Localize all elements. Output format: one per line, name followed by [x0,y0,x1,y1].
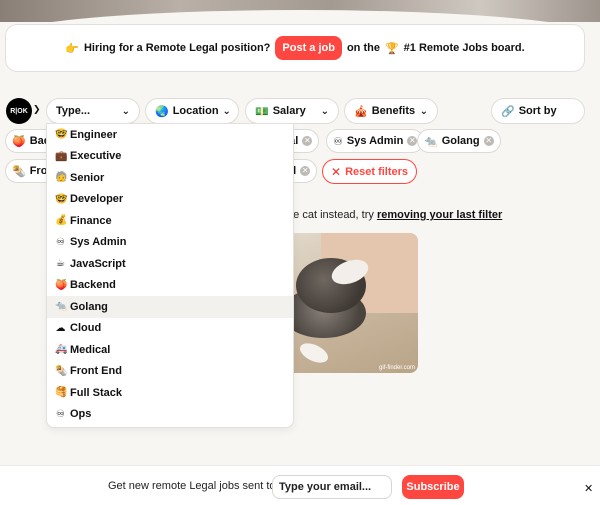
type-option-senior[interactable]: 🧓 Senior [47,167,293,189]
sort-by-dropdown[interactable]: 🔗 Sort by [491,98,585,124]
banner-suffix-before: on the [346,42,380,54]
type-option-sys-admin[interactable]: ♾ Sys Admin [47,232,293,254]
type-option-finance[interactable]: 💰 Finance [47,210,293,232]
ambulance-icon: 🚑 [55,344,68,356]
type-option-front-end[interactable]: 🌯 Front End [47,361,293,383]
type-option-cloud[interactable]: ☁ Cloud [47,318,293,340]
cloud-icon: ☁ [55,322,66,334]
filter-chip-sys-admin[interactable]: ♾ Sys Admin ✕ [326,129,425,153]
post-a-job-button[interactable]: Post a job [275,36,342,60]
trophy-icon: 🏆 [384,42,399,55]
close-icon: ✕ [331,164,342,179]
benefits-filter-dropdown[interactable]: 🎪 Benefits ⌄ [344,98,438,124]
chevron-down-icon: ⌄ [419,105,428,117]
reset-filters-label: Reset filters [345,165,409,178]
type-dropdown-menu: 🤓 Engineer 💼 Executive 🧓 Senior 🤓 Developer … [46,123,294,428]
briefcase-icon: 💼 [55,150,68,162]
hero-image [0,0,600,22]
money-icon: 💵 [255,105,269,118]
infinity-icon: ♾ [56,408,65,420]
remove-chip-icon[interactable]: ✕ [483,136,494,146]
banner-suffix-after: #1 Remote Jobs board. [403,42,525,54]
type-filter-label: Type... [56,105,91,117]
chip-label: Golang [441,135,480,147]
type-option-full-stack[interactable]: 🥞 Full Stack [47,382,293,404]
rat-icon: 🐀 [424,135,438,148]
chevron-down-icon[interactable]: ❯ [33,104,41,115]
type-filter-dropdown[interactable]: Type... ⌄ [46,98,140,124]
close-icon[interactable]: ✕ [584,482,593,495]
chevron-down-icon: ⌄ [222,105,231,117]
email-field[interactable] [272,475,392,499]
banner-text: Hiring for a Remote Legal position? [83,42,271,54]
infinity-icon: ♾ [56,236,65,248]
burrito-icon: 🌯 [12,165,26,178]
remove-chip-icon[interactable]: ✕ [300,166,311,176]
salary-filter-label: Salary [272,105,306,117]
location-filter-dropdown[interactable]: 🌏 Location ⌄ [145,98,239,124]
infinity-icon: ♾ [333,135,343,148]
type-option-ops[interactable]: ♾ Ops [47,404,293,426]
filter-chip-golang[interactable]: 🐀 Golang ✕ [417,129,501,153]
benefits-filter-label: Benefits [371,105,416,117]
remove-chip-icon[interactable]: ✕ [302,136,313,146]
type-option-backend[interactable]: 🍑 Backend [47,275,293,297]
type-option-javascript[interactable]: ☕ JavaScript [47,253,293,275]
nerd-face-icon: 🤓 [55,193,68,205]
reset-filters-button[interactable]: ✕ Reset filters [322,159,418,184]
peach-icon: 🍑 [55,279,68,291]
type-option-golang[interactable]: 🐀 Golang [47,296,293,318]
chip-label: Sys Admin [346,135,404,147]
salary-filter-dropdown[interactable]: 💵 Salary ⌄ [245,98,339,124]
type-option-developer[interactable]: 🤓 Developer [47,189,293,211]
subscribe-label: Get new remote Legal jobs sent to [108,480,276,492]
globe-icon: 🌏 [155,105,169,118]
circus-tent-icon: 🎪 [354,105,368,118]
site-logo[interactable]: R|OK [6,98,32,124]
type-option-medical[interactable]: 🚑 Medical [47,339,293,361]
nerd-face-icon: 🤓 [55,129,68,141]
pancakes-icon: 🥞 [55,387,68,399]
empty-state-text: ute cat instead, try removing your last … [284,209,503,221]
link-icon: 🔗 [501,105,515,118]
type-option-executive[interactable]: 💼 Executive [47,146,293,168]
sort-by-label: Sort by [518,105,557,117]
subscribe-bar: Get new remote Legal jobs sent to Subscr… [0,465,600,505]
remove-last-filter-link[interactable]: removing your last filter [377,209,502,221]
subscribe-button[interactable]: Subscribe [402,475,464,499]
money-bag-icon: 💰 [55,215,68,227]
remove-chip-icon[interactable]: ✕ [407,136,418,146]
burrito-icon: 🌯 [55,365,68,377]
chevron-down-icon: ⌄ [320,105,329,117]
older-person-icon: 🧓 [55,172,68,184]
chevron-down-icon: ⌄ [121,105,130,117]
type-option-engineer[interactable]: 🤓 Engineer [47,124,293,146]
location-filter-label: Location [172,105,219,117]
gif-watermark: gif-finder.com [378,365,415,371]
peach-icon: 🍑 [12,135,26,148]
pointing-hand-icon: 👉 [65,42,79,55]
hiring-banner: 👉 Hiring for a Remote Legal position? Po… [5,24,585,72]
coffee-icon: ☕ [56,258,65,270]
rat-icon: 🐀 [55,301,68,313]
